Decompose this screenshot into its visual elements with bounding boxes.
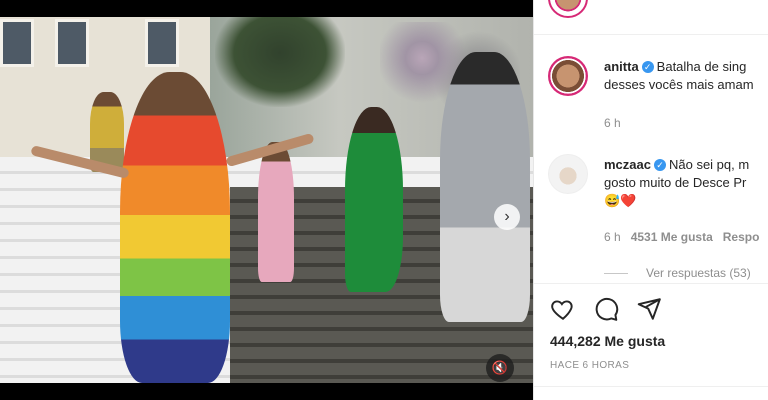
comment-emoji: 😅❤️ <box>604 193 637 208</box>
video-letterbox-top <box>0 0 533 17</box>
post-timestamp: HACE 6 HORAS <box>550 360 630 371</box>
post-sidebar: anitta ✓ Batalha de sing desses vocês mais… <box>533 0 768 400</box>
building-window <box>145 19 179 67</box>
comment-time: 6 h <box>604 230 621 244</box>
comment-likes[interactable]: 4531 Me gusta <box>631 230 713 244</box>
comment-meta: 6 h 4531 Me gusta Respo <box>604 230 759 244</box>
singer-rainbow-dress <box>120 72 230 383</box>
comment-text: mczaac ✓ Não sei pq, m gosto muito de Desc… <box>604 156 768 210</box>
chevron-right-icon: › <box>504 208 510 225</box>
comment-time: 6 h <box>604 116 621 130</box>
avatar[interactable] <box>548 56 588 96</box>
video-letterbox-bottom <box>0 383 533 400</box>
dancer-green <box>345 107 403 292</box>
comment-body-line2: desses vocês mais amam <box>604 77 754 92</box>
author-avatar[interactable] <box>548 0 588 18</box>
footer-divider <box>534 386 768 387</box>
actions-divider <box>534 283 768 284</box>
header-divider <box>534 34 768 35</box>
reply-button[interactable]: Respo <box>723 230 760 244</box>
comment-body: Batalha de sing <box>656 59 747 74</box>
building-window <box>55 19 89 67</box>
comment-icon[interactable] <box>593 296 619 322</box>
view-replies-link[interactable]: Ver respuestas (53) <box>604 266 751 280</box>
performer-silver <box>440 52 530 322</box>
comment-username[interactable]: mczaac <box>604 157 651 172</box>
view-replies-label: Ver respuestas (53) <box>646 266 751 280</box>
dancer-pink <box>258 142 294 282</box>
instagram-post: › 🔇 anitta ✓ Batalha de sing desses vocês … <box>0 0 768 400</box>
heart-icon[interactable] <box>550 296 576 322</box>
verified-badge-icon: ✓ <box>641 60 654 73</box>
building-window <box>0 19 34 67</box>
speaker-muted-icon: 🔇 <box>491 360 509 375</box>
post-media[interactable]: › 🔇 <box>0 17 533 383</box>
avatar[interactable] <box>548 154 588 194</box>
carousel-next-button[interactable]: › <box>494 204 520 230</box>
tree <box>215 17 345 107</box>
send-icon[interactable] <box>636 296 662 322</box>
comment-body: Não sei pq, m <box>668 157 750 172</box>
likes-count[interactable]: 444,282 Me gusta <box>550 333 665 349</box>
replies-line <box>604 273 628 275</box>
verified-badge-icon: ✓ <box>653 158 666 171</box>
comment-body-line2: gosto muito de Desce Pr <box>604 175 747 190</box>
comment-username[interactable]: anitta <box>604 59 639 74</box>
comment-text: anitta ✓ Batalha de sing desses vocês mais… <box>604 58 768 94</box>
